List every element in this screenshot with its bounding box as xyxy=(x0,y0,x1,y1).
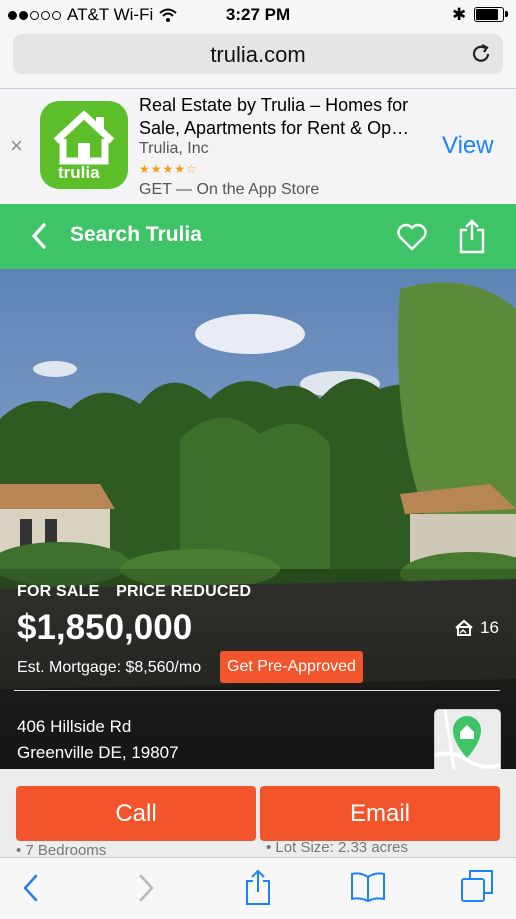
back-icon[interactable] xyxy=(20,871,42,905)
address-city: Greenville DE, 19807 xyxy=(17,743,179,762)
email-button[interactable]: Email xyxy=(260,786,500,841)
rating-stars: ★★★★☆ xyxy=(139,162,198,176)
bookmarks-icon[interactable] xyxy=(350,871,386,903)
reload-icon[interactable] xyxy=(469,42,493,66)
url-text[interactable]: trulia.com xyxy=(13,42,503,68)
fact-lot-size-text: Lot Size: 2.33 acres xyxy=(275,839,408,856)
trulia-header: Search Trulia xyxy=(0,204,516,269)
browser-address-bar: trulia.com xyxy=(0,30,516,89)
app-icon-label: trulia xyxy=(58,163,100,182)
app-store-text: GET — On the App Store xyxy=(139,181,320,198)
get-pre-approved-button[interactable]: Get Pre-Approved xyxy=(220,651,363,683)
app-name: Real Estate by Trulia – Homes for Sale, … xyxy=(139,95,410,138)
battery-icon xyxy=(474,7,508,22)
share-sheet-icon[interactable] xyxy=(244,868,272,906)
fact-lot-size: • Lot Size: 2.33 acres xyxy=(266,839,408,856)
photo-count-value: 16 xyxy=(480,618,499,637)
tabs-icon[interactable] xyxy=(460,869,494,903)
photos-icon xyxy=(455,619,473,636)
forward-icon[interactable] xyxy=(135,871,157,905)
price-reduced-tag: PRICE REDUCED xyxy=(116,583,252,600)
bluetooth-icon: ✱ xyxy=(452,5,467,24)
map-thumbnail[interactable] xyxy=(434,709,501,776)
header-title[interactable]: Search Trulia xyxy=(70,223,202,247)
status-bar: AT&T Wi-Fi 3:27 PM ✱ xyxy=(0,0,516,30)
listing-photo[interactable]: FOR SALE PRICE REDUCED $1,850,000 16 Est… xyxy=(0,269,516,799)
listing-tags: FOR SALE PRICE REDUCED xyxy=(17,583,263,601)
close-banner-button[interactable]: × xyxy=(10,133,23,159)
browser-toolbar xyxy=(0,857,516,919)
share-icon[interactable] xyxy=(458,218,486,254)
view-app-button[interactable]: View xyxy=(442,132,494,160)
call-button[interactable]: Call xyxy=(16,786,256,841)
trulia-app-icon[interactable]: trulia xyxy=(40,101,128,189)
photo-count[interactable]: 16 xyxy=(454,618,499,638)
app-developer: Trulia, Inc xyxy=(139,140,209,157)
clock: 3:27 PM xyxy=(225,5,291,24)
listing-price: $1,850,000 xyxy=(17,608,193,647)
heart-icon[interactable] xyxy=(396,222,428,252)
back-chevron-icon[interactable] xyxy=(30,221,48,251)
divider xyxy=(14,690,500,691)
estimated-mortgage: Est. Mortgage: $8,560/mo xyxy=(17,659,202,676)
for-sale-tag: FOR SALE xyxy=(17,583,100,600)
address-street: 406 Hillside Rd xyxy=(17,717,132,736)
url-field[interactable]: trulia.com xyxy=(13,34,503,74)
contact-actions: Call Email • 7 Bedrooms • Lot Size: 2.33… xyxy=(0,769,516,859)
smart-app-banner: × trulia Real Estate by Trulia – Homes f… xyxy=(0,89,516,204)
